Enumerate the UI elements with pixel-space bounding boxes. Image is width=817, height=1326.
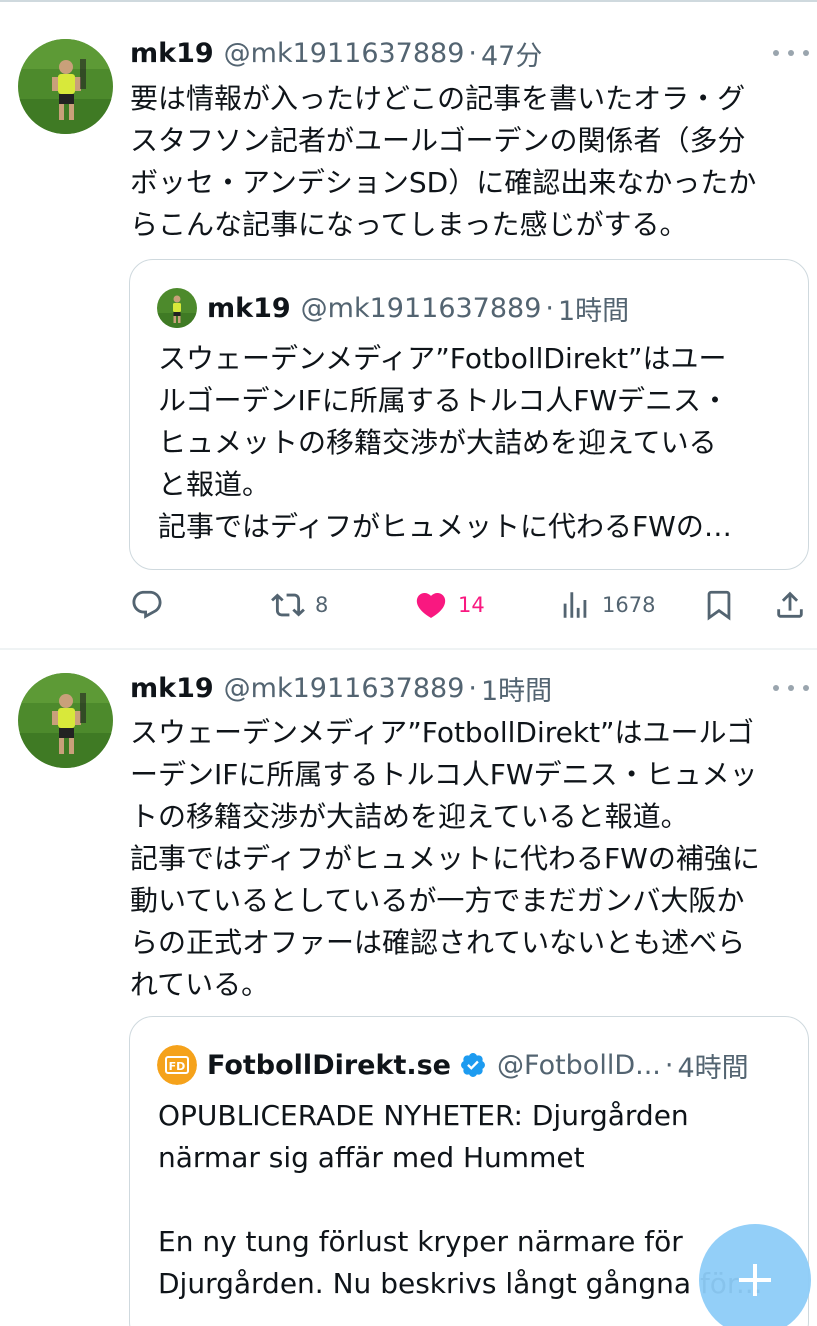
quoted-text: スウェーデンメディア”FotbollDirekt”はユー ルゴーデンIFに所属す… (158, 338, 798, 548)
display-name[interactable]: mk19 (130, 38, 214, 69)
text-line: närmar sig affär med Hummet (158, 1141, 585, 1174)
avatar[interactable] (18, 39, 113, 134)
compose-plus-icon (739, 1264, 771, 1296)
text-line: と報道。 (158, 468, 271, 501)
quoted-timestamp: 4時間 (677, 1052, 749, 1084)
text-line (158, 1179, 798, 1221)
text-line: ヒュメットの移籍交渉が大詰めを迎えている (158, 426, 717, 459)
tweet-text: 要は情報が入ったけどこの記事を書いたオラ・グ スタフソン記者がユールゴーデンの関… (130, 78, 810, 246)
quoted-tweet[interactable]: mk19 @mk1911637889 · 1時間 スウェーデンメディア”Fotb… (129, 259, 809, 570)
timestamp[interactable]: 1時間 (481, 669, 552, 708)
fotbolldirekt-logo: FD (157, 1045, 197, 1085)
quoted-display-name: FotbollDirekt.se (207, 1049, 451, 1081)
views-count: 1678 (602, 593, 656, 617)
text-line: 要は情報が入ったけどこの記事を書いたオラ・グ (130, 82, 746, 115)
tweet-2[interactable]: mk19 @mk1911637889 · 1時間 スウェーデンメディア”Fotb… (0, 650, 817, 1326)
verified-badge-icon (461, 1053, 485, 1077)
more-dot (803, 50, 809, 56)
display-name[interactable]: mk19 (130, 673, 214, 704)
quoted-handle: @FotbollD... (497, 1049, 661, 1081)
retweet-icon (271, 593, 305, 617)
avatar[interactable] (18, 673, 113, 768)
quoted-handle: @mk1911637889 (300, 292, 542, 324)
reply-icon (132, 590, 162, 619)
more-icon[interactable] (773, 678, 809, 698)
like-count: 14 (458, 593, 485, 617)
like-icon (416, 592, 446, 618)
retweet-count: 8 (315, 593, 329, 617)
more-dot (773, 50, 779, 56)
text-line: ルゴーデンIFに所属するトルコ人FWデニス・ (158, 384, 730, 417)
bookmark-icon (707, 590, 731, 621)
quoted-timestamp: 1時間 (558, 295, 630, 327)
reply-button[interactable] (130, 583, 174, 627)
text-line: 動いているとしているが一方でまだガンバ大阪か (130, 884, 745, 917)
views-icon (563, 592, 587, 618)
text-line: らの正式オファーは確認されていないとも述べら (130, 926, 746, 959)
text-line: ボッセ・アンデションSD）に確認出来なかったか (130, 166, 757, 199)
views-button[interactable]: 1678 (558, 583, 655, 627)
separator-dot: · (545, 292, 554, 324)
text-line: スウェーデンメディア”FotbollDirekt”はユールゴ (130, 716, 754, 749)
text-line: トの移籍交渉が大詰めを迎えていると報道。 (130, 800, 689, 833)
avatar-image (18, 39, 113, 134)
separator-dot: · (468, 672, 477, 704)
compose-button[interactable] (699, 1224, 811, 1326)
more-dot (803, 685, 809, 691)
more-dot (788, 50, 794, 56)
text-line: OPUBLICERADE NYHETER: Djurgården (158, 1099, 689, 1132)
more-dot (773, 685, 779, 691)
quoted-header: mk19 @mk1911637889 · 1時間 (157, 288, 629, 328)
tweet-header: mk19 @mk1911637889 · 47分 (130, 33, 542, 73)
text-line: ーデンIFに所属するトルコ人FWデニス・ヒュメッ (130, 758, 758, 791)
retweet-button[interactable]: 8 (271, 583, 328, 627)
text-line: 記事ではディフがヒュメットに代わるFWの… (158, 510, 732, 543)
avatar-image (18, 673, 113, 768)
quoted-display-name: mk19 (207, 292, 291, 324)
text-line: En ny tung förlust kryper närmare för (158, 1225, 683, 1258)
user-handle[interactable]: @mk1911637889 (224, 38, 465, 69)
share-button[interactable] (773, 583, 807, 627)
text-line: れている。 (130, 968, 270, 1001)
tweet-1[interactable]: mk19 @mk1911637889 · 47分 要は情報が入ったけどこの記事を… (0, 0, 817, 648)
more-icon[interactable] (773, 43, 809, 63)
timestamp[interactable]: 47分 (481, 34, 542, 73)
bookmark-button[interactable] (702, 583, 736, 627)
action-bar: 8 14 1678 (130, 583, 810, 627)
tweet-header: mk19 @mk1911637889 · 1時間 (130, 668, 552, 708)
text-line: 記事ではディフがヒュメットに代わるFWの補強に (130, 842, 760, 875)
tweet-text: スウェーデンメディア”FotbollDirekt”はユールゴ ーデンIFに所属す… (130, 712, 810, 1006)
more-dot (788, 685, 794, 691)
logo-text: FD (169, 1060, 186, 1073)
text-line: らこんな記事になってしまった感じがする。 (130, 208, 688, 241)
text-line: スタフソン記者がユールゴーデンの関係者（多分 (130, 124, 746, 157)
separator-dot: · (664, 1049, 674, 1081)
like-button[interactable]: 14 (414, 583, 485, 627)
quoted-header: FD FotbollDirekt.se @FotbollD... · 4時間 (157, 1045, 749, 1085)
separator-dot: · (468, 37, 477, 69)
quoted-avatar (157, 288, 197, 328)
text-line: スウェーデンメディア”FotbollDirekt”はユー (158, 342, 727, 375)
share-icon (777, 591, 803, 618)
user-handle[interactable]: @mk1911637889 (224, 673, 465, 704)
